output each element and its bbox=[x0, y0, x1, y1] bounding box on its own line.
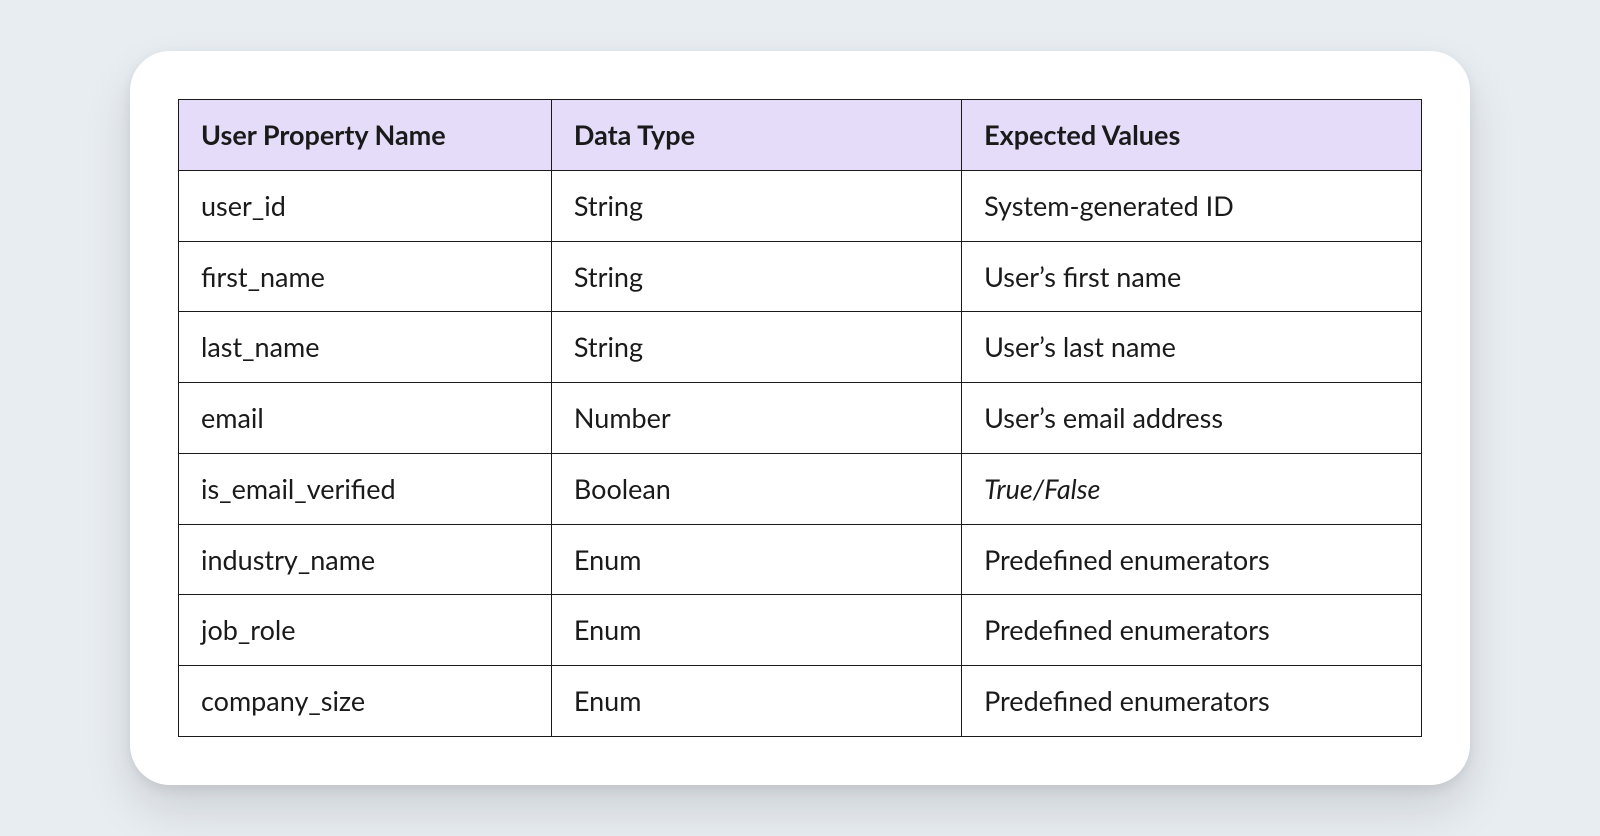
cell-data-type: Number bbox=[551, 383, 961, 454]
cell-property-name: user_id bbox=[179, 170, 552, 241]
table-row: first_nameStringUser’s first name bbox=[179, 241, 1422, 312]
cell-property-name: first_name bbox=[179, 241, 552, 312]
cell-data-type: Enum bbox=[551, 524, 961, 595]
cell-property-name: last_name bbox=[179, 312, 552, 383]
table-body: user_idStringSystem-generated IDfirst_na… bbox=[179, 170, 1422, 736]
cell-expected-values: True/False bbox=[962, 453, 1422, 524]
cell-expected-values: Predefined enumerators bbox=[962, 595, 1422, 666]
cell-property-name: industry_name bbox=[179, 524, 552, 595]
table-row: user_idStringSystem-generated ID bbox=[179, 170, 1422, 241]
table-header-row: User Property Name Data Type Expected Va… bbox=[179, 99, 1422, 170]
cell-data-type: Enum bbox=[551, 595, 961, 666]
table-row: emailNumberUser’s email address bbox=[179, 383, 1422, 454]
table-row: last_nameStringUser’s last name bbox=[179, 312, 1422, 383]
cell-property-name: company_size bbox=[179, 666, 552, 737]
cell-expected-values: User’s first name bbox=[962, 241, 1422, 312]
table-row: job_roleEnumPredefined enumerators bbox=[179, 595, 1422, 666]
cell-data-type: String bbox=[551, 312, 961, 383]
cell-expected-values: System-generated ID bbox=[962, 170, 1422, 241]
cell-expected-values: User’s email address bbox=[962, 383, 1422, 454]
cell-expected-values: Predefined enumerators bbox=[962, 524, 1422, 595]
table-row: industry_nameEnumPredefined enumerators bbox=[179, 524, 1422, 595]
cell-data-type: Enum bbox=[551, 666, 961, 737]
cell-data-type: String bbox=[551, 241, 961, 312]
cell-property-name: email bbox=[179, 383, 552, 454]
table-row: company_sizeEnumPredefined enumerators bbox=[179, 666, 1422, 737]
cell-property-name: job_role bbox=[179, 595, 552, 666]
cell-expected-values: User’s last name bbox=[962, 312, 1422, 383]
header-data-type: Data Type bbox=[551, 99, 961, 170]
cell-property-name: is_email_verified bbox=[179, 453, 552, 524]
header-user-property-name: User Property Name bbox=[179, 99, 552, 170]
user-property-table: User Property Name Data Type Expected Va… bbox=[178, 99, 1422, 737]
cell-data-type: Boolean bbox=[551, 453, 961, 524]
cell-data-type: String bbox=[551, 170, 961, 241]
table-row: is_email_verifiedBooleanTrue/False bbox=[179, 453, 1422, 524]
table-card: User Property Name Data Type Expected Va… bbox=[130, 51, 1470, 785]
cell-expected-values: Predefined enumerators bbox=[962, 666, 1422, 737]
header-expected-values: Expected Values bbox=[962, 99, 1422, 170]
